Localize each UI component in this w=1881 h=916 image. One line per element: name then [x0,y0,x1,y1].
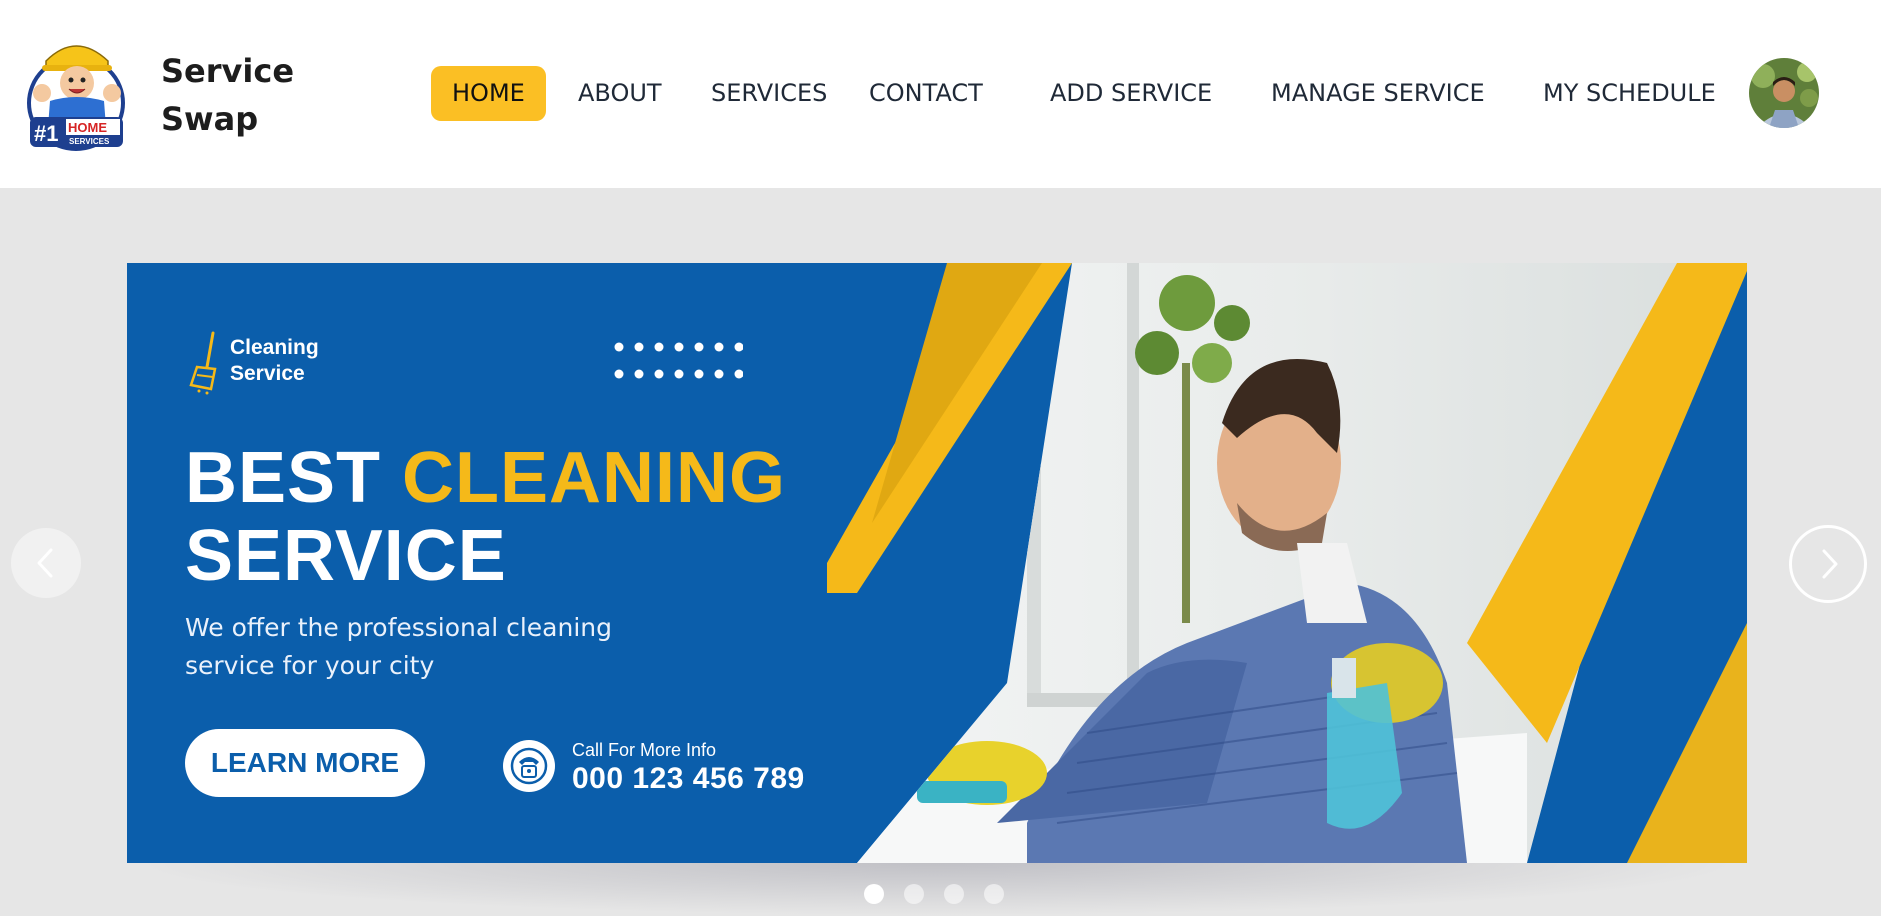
slide-title-word2: CLEANING [402,438,787,518]
decorative-dots [614,342,743,379]
brand-name-line2: Swap [161,100,259,138]
nav-services[interactable]: SERVICES [711,66,827,121]
svg-text:SERVICES: SERVICES [69,137,110,146]
carousel-dot-1[interactable] [864,884,884,904]
carousel-dot-2[interactable] [904,884,924,904]
svg-text:HOME: HOME [68,120,107,135]
user-avatar[interactable] [1749,58,1819,128]
slide-title-word1: BEST [185,438,382,518]
broom-icon [189,331,217,395]
svg-text:#1: #1 [34,121,58,146]
nav-manage-service[interactable]: MANAGE SERVICE [1271,66,1485,121]
cleaning-photo [827,263,1747,863]
slide-title-word3: SERVICE [185,516,507,596]
brand-name-line1: Service [161,52,295,90]
slide-tag: Cleaning Service [230,335,319,387]
site-header: #1 HOME SERVICES Service Swap HOME ABOUT… [0,0,1881,188]
learn-more-button[interactable]: LEARN MORE [185,729,425,797]
brand-name[interactable]: Service Swap [161,47,294,143]
site-logo[interactable]: #1 HOME SERVICES [26,31,127,151]
carousel-prev-button[interactable] [11,528,81,598]
carousel-dot-3[interactable] [944,884,964,904]
carousel-dot-4[interactable] [984,884,1004,904]
chevron-right-icon [1822,549,1838,579]
banner-shadow [127,862,1747,916]
carousel-slide: Cleaning Service BEST CLEANING SERVICE W… [127,263,1747,863]
slide-tag-line2: Service [230,362,305,385]
nav-about[interactable]: ABOUT [578,66,662,121]
carousel-next-button[interactable] [1789,525,1867,603]
call-label: Call For More Info [572,740,717,760]
nav-home[interactable]: HOME [431,66,546,121]
chevron-left-icon [37,548,53,578]
nav-my-schedule[interactable]: MY SCHEDULE [1543,66,1716,121]
nav-contact[interactable]: CONTACT [869,66,983,121]
slide-subtitle: We offer the professional cleaning servi… [185,613,613,680]
slide-title: BEST CLEANING SERVICE [185,439,786,595]
call-number: 000 123 456 789 [572,762,805,795]
phone-icon [503,740,555,792]
slide-tag-line1: Cleaning [230,336,319,359]
nav-add-service[interactable]: ADD SERVICE [1050,66,1212,121]
